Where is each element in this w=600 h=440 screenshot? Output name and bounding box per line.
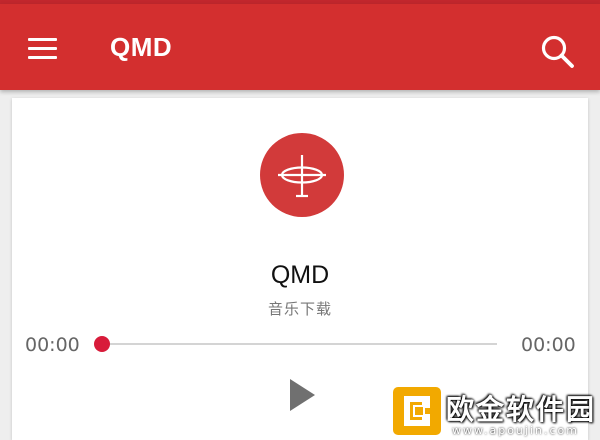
app-bar: QMD [0,4,600,90]
player-subtitle: 音乐下载 [267,300,332,318]
search-button[interactable] [538,32,578,72]
watermark-text: 欧金软件园 [446,393,597,426]
menu-button[interactable] [24,32,64,68]
player-app-name: QMD [270,261,330,289]
watermark: 欧金软件园 www.apoujin.com [392,382,600,440]
elapsed-time: 00:00 [25,334,80,356]
qmd-logo-icon [260,133,344,217]
seek-bar[interactable] [94,336,498,352]
watermark-url: www.apoujin.com [452,424,579,437]
search-icon [541,35,574,68]
total-time: 00:00 [521,334,576,356]
seek-track [102,343,497,345]
seek-thumb[interactable] [94,336,110,352]
play-icon [290,379,315,411]
apoujin-logo [393,387,441,435]
play-button[interactable] [286,377,318,413]
app-title: QMD [110,32,173,62]
